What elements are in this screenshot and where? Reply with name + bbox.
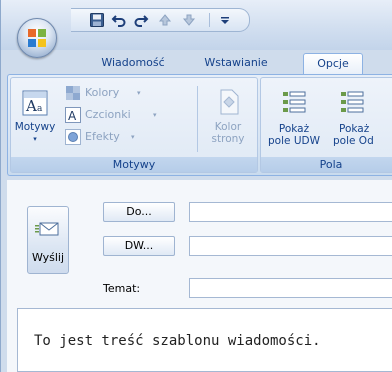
message-body-editor[interactable]: To jest treść szablonu wiadomości. [17,308,392,372]
cc-field[interactable] [189,236,392,256]
themes-label: Motywy [14,121,56,133]
office-logo-icon [28,29,46,47]
undo-icon[interactable] [111,12,127,28]
page-color-icon [220,89,239,115]
down-arrow-icon[interactable] [181,12,197,28]
redo-icon[interactable] [133,12,149,28]
show-from-icon [341,91,364,113]
ribbon: A a Motywy ▾ Kolory ▾ A Czcionki ▾ Efekt… [7,74,392,176]
show-from-label-line2: pole Od [333,135,374,147]
show-bcc-button[interactable]: Pokaż pole UDW [261,88,327,147]
send-button[interactable]: Wyślij [27,206,69,274]
fonts-dropdown-arrow: ▾ [153,111,157,119]
message-form: Wyślij Do... DW... Temat: To jest treść … [7,180,392,372]
save-icon[interactable] [89,12,105,28]
message-body-text: To jest treść szablonu wiadomości. [34,333,321,349]
fonts-button[interactable]: A Czcionki ▾ [65,106,165,124]
subject-label: Temat: [103,282,141,295]
customize-dropdown-icon[interactable] [217,12,233,28]
colors-dropdown-arrow: ▾ [137,89,141,97]
effects-label: Efekty [85,130,120,143]
tab-wstawianie[interactable]: Wstawianie [191,53,281,73]
page-color-label-line2: strony [211,133,245,145]
svg-text:A: A [68,109,77,123]
themes-icon: A a [22,90,48,116]
colors-button[interactable]: Kolory ▾ [65,84,155,102]
colors-icon [66,86,80,100]
motywy-group: A a Motywy ▾ Kolory ▾ A Czcionki ▾ Efekt… [10,77,258,173]
subject-field[interactable] [189,278,392,298]
svg-text:a: a [37,104,43,114]
show-bcc-icon [283,91,306,113]
svg-text:A: A [25,97,37,115]
page-color-button[interactable]: Kolor strony [203,88,253,145]
quick-access-toolbar [71,8,250,32]
page-color-label-line1: Kolor [214,121,242,133]
effects-icon [65,129,81,145]
tab-wiadomosc[interactable]: Wiadomość [85,53,181,73]
motywy-group-label: Motywy [11,157,257,172]
ribbon-tabs: Wiadomość Wstawianie Opcje [1,50,392,74]
themes-dropdown-arrow: ▾ [33,135,37,143]
effects-dropdown-arrow: ▾ [131,133,135,141]
up-arrow-icon[interactable] [157,12,173,28]
fonts-icon: A [65,107,81,123]
fonts-label: Czcionki [85,108,131,121]
pola-group-label: Pola [261,157,392,172]
qat-separator [209,13,210,27]
to-field[interactable] [189,202,392,222]
send-label: Wyślij [31,251,65,264]
send-icon [35,222,59,236]
show-from-button[interactable]: Pokaż pole Od [327,88,392,147]
tab-opcje[interactable]: Opcje [303,53,363,74]
outlook-message-window: Wiadomość Wstawianie Opcje A a Motywy ▾ [0,0,392,372]
show-bcc-label-line2: pole UDW [268,135,320,147]
cc-button[interactable]: DW... [103,236,175,256]
colors-label: Kolory [85,86,120,99]
to-button[interactable]: Do... [103,202,175,222]
show-from-label-line1: Pokaż [339,123,370,135]
effects-button[interactable]: Efekty ▾ [65,128,155,146]
show-bcc-label-line1: Pokaż [278,123,310,135]
title-bar [1,0,392,58]
office-button[interactable] [17,18,57,58]
themes-button[interactable]: A a Motywy ▾ [13,90,57,145]
motywy-separator [197,86,198,152]
pola-group: Pokaż pole UDW Pokaż pole Od Pola [260,77,392,173]
